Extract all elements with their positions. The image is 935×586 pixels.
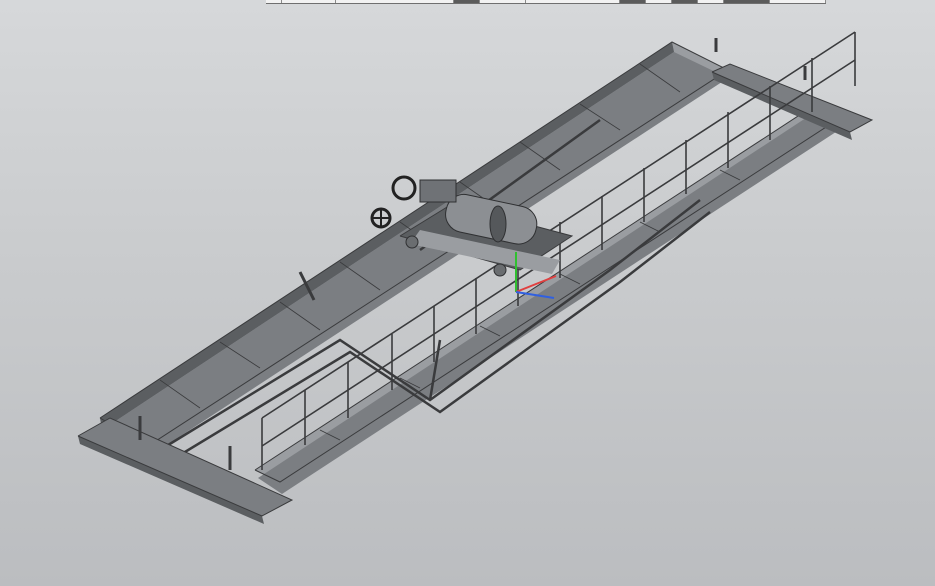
motor-icon	[419, 179, 457, 203]
crane-model[interactable]	[0, 0, 935, 586]
truss-diagonals	[159, 118, 711, 460]
3d-viewport[interactable]	[0, 0, 935, 586]
